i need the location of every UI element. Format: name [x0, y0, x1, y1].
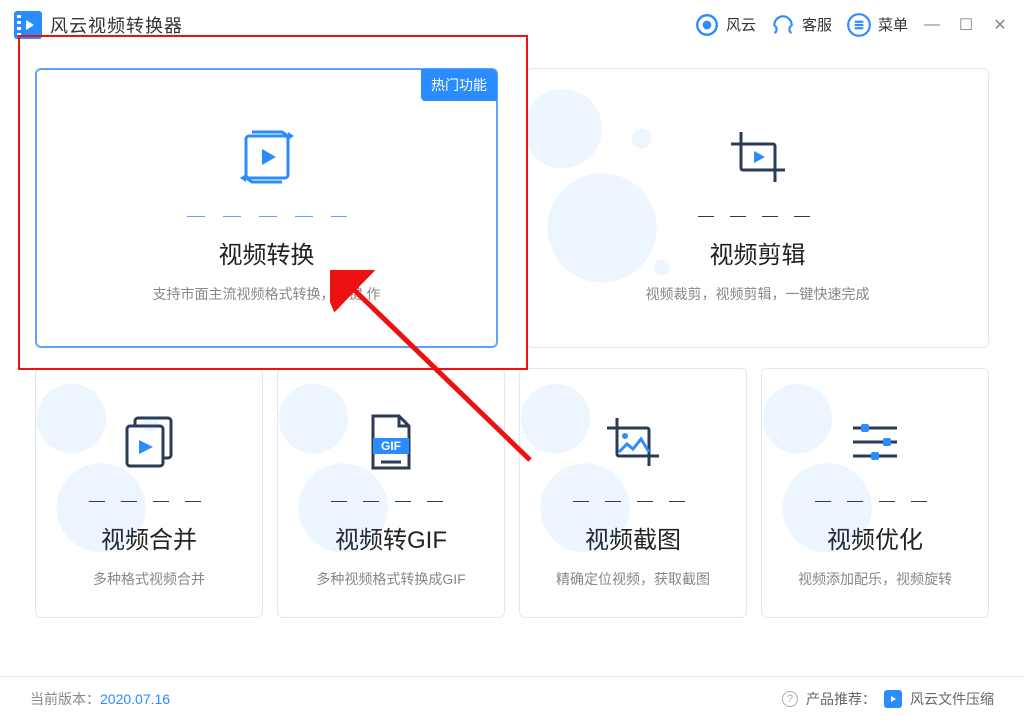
card-video-merge[interactable]: 视频合并 多种格式视频合并: [35, 368, 263, 618]
support-link[interactable]: 客服: [770, 12, 832, 38]
brand-link[interactable]: 风云: [694, 12, 756, 38]
footer: 当前版本： 2020.07.16 ? 产品推荐： 风云文件压缩: [0, 676, 1024, 720]
main-content: 热门功能 视频转换 支持市面主流视频格式转换，一键 作: [0, 50, 1024, 628]
app-logo-icon: [14, 11, 42, 39]
help-icon[interactable]: ?: [782, 691, 798, 707]
close-button[interactable]: ✕: [990, 15, 1010, 35]
brand-label: 风云: [726, 14, 756, 35]
divider: [698, 216, 818, 217]
divider: [187, 216, 347, 217]
card-desc: 支持市面主流视频格式转换，一键 作: [153, 284, 381, 304]
support-label: 客服: [802, 14, 832, 35]
menu-link[interactable]: 菜单: [846, 12, 908, 38]
headset-icon: [770, 12, 796, 38]
version-label: 当前版本：: [30, 689, 100, 709]
decorative-bg: [278, 369, 448, 617]
menu-list-icon: [846, 12, 872, 38]
card-video-optimize[interactable]: 视频优化 视频添加配乐，视频旋转: [761, 368, 989, 618]
app-title: 风云视频转换器: [50, 12, 183, 38]
recommend-link[interactable]: 风云文件压缩: [910, 689, 994, 709]
titlebar: 风云视频转换器 风云 客服 菜单 — ☐ ✕: [0, 0, 1024, 50]
decorative-bg: [762, 369, 932, 617]
maximize-button[interactable]: ☐: [956, 15, 976, 35]
target-icon: [694, 12, 720, 38]
hot-badge: 热门功能: [421, 69, 497, 101]
decorative-bg: [36, 369, 206, 617]
decorative-bg: [520, 369, 690, 617]
card-video-convert[interactable]: 热门功能 视频转换 支持市面主流视频格式转换，一键 作: [35, 68, 498, 348]
recommend-logo-icon: [884, 690, 902, 708]
minimize-button[interactable]: —: [922, 15, 942, 35]
edit-icon: [723, 112, 793, 202]
menu-label: 菜单: [878, 14, 908, 35]
card-video-edit[interactable]: 视频剪辑 视频裁剪，视频剪辑，一键快速完成: [526, 68, 989, 348]
convert-icon: [232, 112, 302, 202]
card-title: 视频转换: [219, 235, 315, 270]
card-video-screenshot[interactable]: 视频截图 精确定位视频，获取截图: [519, 368, 747, 618]
card-video-gif[interactable]: GIF 视频转GIF 多种视频格式转换成GIF: [277, 368, 505, 618]
card-title: 视频剪辑: [710, 235, 806, 270]
version-value: 2020.07.16: [100, 691, 170, 707]
recommend-label: 产品推荐：: [806, 689, 876, 709]
decorative-bg: [527, 69, 697, 347]
